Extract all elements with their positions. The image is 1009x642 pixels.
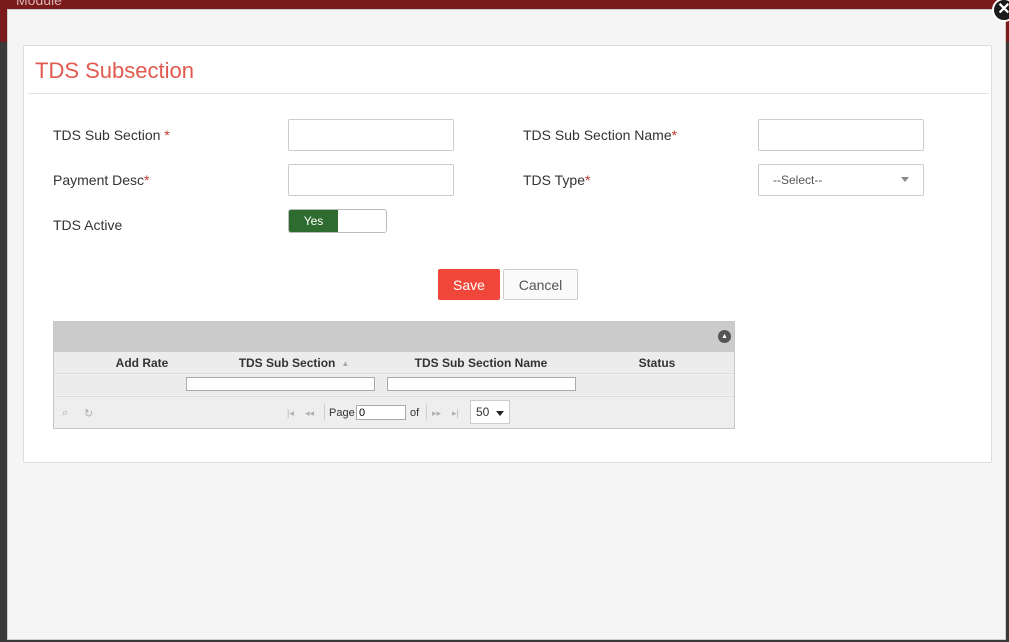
column-add-rate[interactable]: Add Rate xyxy=(102,356,182,370)
tds-sub-section-label-text: TDS Sub Section xyxy=(53,127,165,143)
required-mark: * xyxy=(671,127,678,143)
required-mark: * xyxy=(144,172,150,188)
form-panel: TDS Subsection TDS Sub Section * TDS Sub… xyxy=(23,45,992,463)
payment-desc-input[interactable] xyxy=(288,164,454,196)
tds-type-label-text: TDS Type xyxy=(523,172,585,188)
next-page-icon[interactable]: ▸▸ xyxy=(432,408,441,419)
search-icon[interactable]: ⌕ xyxy=(62,407,68,420)
refresh-icon[interactable]: ↻ xyxy=(84,407,93,420)
payment-desc-label-text: Payment Desc xyxy=(53,172,145,188)
cancel-button[interactable]: Cancel xyxy=(503,269,578,300)
filter-tds-sub-section-name-input[interactable] xyxy=(387,377,576,391)
column-status[interactable]: Status xyxy=(617,356,697,370)
tds-sub-section-name-label-text: TDS Sub Section Name xyxy=(523,127,672,143)
prev-page-icon[interactable]: ◂◂ xyxy=(305,408,314,419)
tds-active-label: TDS Active xyxy=(53,217,123,233)
tds-type-label: TDS Type* xyxy=(523,172,590,188)
tds-sub-section-label: TDS Sub Section * xyxy=(53,127,170,143)
of-label: of xyxy=(410,407,420,419)
column-tds-sub-section-name[interactable]: TDS Sub Section Name xyxy=(394,356,568,370)
page-size-value: 50 xyxy=(476,405,490,419)
tds-subsection-grid: ▲ Add Rate TDS Sub Section ▲ TDS Sub Sect… xyxy=(53,321,735,429)
chevron-down-icon xyxy=(496,411,504,416)
tds-sub-section-input[interactable] xyxy=(288,119,454,151)
page-label: Page xyxy=(329,407,355,419)
title-divider xyxy=(28,93,989,94)
tds-active-toggle[interactable]: Yes xyxy=(288,209,387,233)
tds-type-selected-value: --Select-- xyxy=(773,173,823,187)
page-size-select[interactable]: 50 xyxy=(470,400,510,424)
pager-separator xyxy=(324,404,325,420)
page-title: TDS Subsection xyxy=(35,58,194,83)
required-mark: * xyxy=(585,172,591,188)
column-tds-sub-section[interactable]: TDS Sub Section ▲ xyxy=(214,356,374,370)
tds-sub-section-name-input[interactable] xyxy=(758,119,924,151)
grid-caption: ▲ xyxy=(54,322,734,352)
chevron-down-icon xyxy=(901,177,909,182)
collapse-icon[interactable]: ▲ xyxy=(718,330,731,343)
last-page-icon[interactable]: ▸| xyxy=(452,408,459,419)
tds-subsection-modal: TDS Subsection TDS Sub Section * TDS Sub… xyxy=(7,9,1006,640)
column-tds-sub-section-label: TDS Sub Section xyxy=(238,356,336,370)
sort-icon: ▲ xyxy=(341,359,350,369)
first-page-icon[interactable]: |◂ xyxy=(287,408,294,419)
pager-separator xyxy=(426,404,427,420)
grid-pager: ⌕ ↻ |◂ ◂◂ Page of ▸▸ ▸| 50 xyxy=(54,396,734,428)
tds-type-select[interactable]: --Select-- xyxy=(758,164,924,196)
grid-filter-row xyxy=(54,375,734,395)
page-number-input[interactable] xyxy=(356,405,406,420)
payment-desc-label: Payment Desc* xyxy=(53,172,150,188)
filter-tds-sub-section-input[interactable] xyxy=(186,377,375,391)
tds-sub-section-name-label: TDS Sub Section Name* xyxy=(523,127,677,143)
toggle-on-label: Yes xyxy=(289,210,338,232)
app-topbar-text: Module xyxy=(16,0,62,8)
grid-header: Add Rate TDS Sub Section ▲ TDS Sub Sectio… xyxy=(54,352,734,374)
save-button[interactable]: Save xyxy=(438,269,500,300)
required-mark: * xyxy=(164,127,170,143)
